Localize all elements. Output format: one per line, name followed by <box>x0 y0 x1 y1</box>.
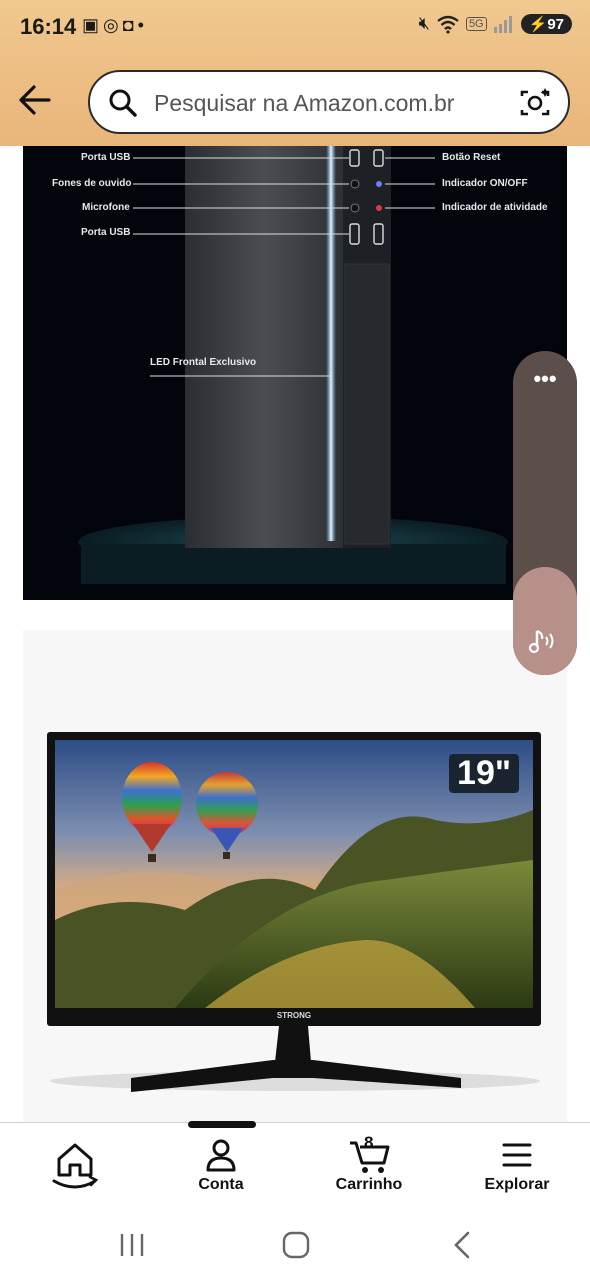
notification-icons: ▣◎◘• <box>82 15 148 36</box>
home-icon <box>52 1143 99 1189</box>
camera-search-icon[interactable] <box>518 86 552 120</box>
monitor-screen: 19" <box>55 740 533 1008</box>
person-icon <box>206 1139 236 1172</box>
label-usb-port-1: Porta USB <box>81 152 131 163</box>
battery-indicator: ⚡97 <box>520 13 572 34</box>
monitor-image[interactable]: 19" STRONG <box>23 630 567 1122</box>
label-front-led: LED Frontal Exclusivo <box>150 357 257 368</box>
music-button[interactable] <box>513 567 577 675</box>
app-header: 16:14 ▣◎◘• 🔇︎ 5G ⚡97 Pesquisar na Amazon… <box>0 0 590 146</box>
pc-tower-illustration <box>78 146 508 584</box>
dot-icon: • <box>137 15 148 35</box>
pc-tower-image[interactable]: Porta USB Fones de ouvido Microfone Port… <box>23 146 567 600</box>
label-power-indicator: Indicador ON/OFF <box>442 178 528 189</box>
label-reset-button: Botão Reset <box>442 152 501 163</box>
screenshot-icon: ▣ <box>82 15 104 35</box>
label-usb-port-2: Porta USB <box>81 227 131 238</box>
monitor-brand-logo: STRONG <box>276 1011 312 1020</box>
instagram-icon: ◘ <box>122 15 138 35</box>
music-note-icon <box>528 629 554 654</box>
more-options-icon[interactable]: ••• <box>513 368 577 390</box>
monitor-bezel: 19" STRONG <box>47 732 541 1026</box>
back-arrow-icon[interactable] <box>16 82 56 118</box>
nav-explore[interactable]: Explorar <box>472 1123 562 1217</box>
system-navigation-bar <box>0 1216 590 1280</box>
bottom-navigation: Conta 8 Carrinho Explorar <box>0 1121 590 1217</box>
status-bar: 16:14 ▣◎◘• 🔇︎ 5G ⚡97 <box>0 0 590 56</box>
floating-overlay[interactable]: ••• <box>513 351 577 675</box>
nav-account[interactable]: Conta <box>176 1123 266 1217</box>
mute-icon: 🔇︎ <box>418 13 430 33</box>
search-placeholder[interactable]: Pesquisar na Amazon.com.br <box>154 90 454 117</box>
battery-level: 97 <box>547 15 564 33</box>
5g-icon: 5G <box>465 16 487 31</box>
cart-count: 8 <box>364 1133 374 1152</box>
recent-apps-icon[interactable] <box>118 1232 146 1258</box>
system-back-icon[interactable] <box>452 1231 472 1259</box>
search-icon <box>109 89 137 117</box>
nav-cart-label: Carrinho <box>335 1176 403 1193</box>
label-microphone: Microfone <box>82 202 130 213</box>
label-activity-indicator: Indicador de atividade <box>442 202 548 213</box>
status-right: 🔇︎ 5G ⚡97 <box>419 13 572 34</box>
home-button-icon[interactable] <box>282 1231 310 1259</box>
product-gallery[interactable]: Porta USB Fones de ouvido Microfone Port… <box>0 146 590 1122</box>
monitor-size-badge: 19" <box>449 754 519 793</box>
nav-account-label: Conta <box>198 1176 244 1193</box>
signal-icon <box>493 15 512 33</box>
wifi-icon <box>437 15 459 34</box>
nav-explore-label: Explorar <box>484 1176 550 1193</box>
whatsapp-icon: ◎ <box>103 15 123 35</box>
nav-cart[interactable]: 8 Carrinho <box>318 1123 420 1217</box>
nav-home[interactable] <box>30 1123 120 1217</box>
search-bar[interactable]: Pesquisar na Amazon.com.br <box>88 70 570 134</box>
status-time: 16:14 <box>20 14 77 39</box>
label-headphones: Fones de ouvido <box>52 178 132 189</box>
menu-icon <box>502 1143 532 1167</box>
